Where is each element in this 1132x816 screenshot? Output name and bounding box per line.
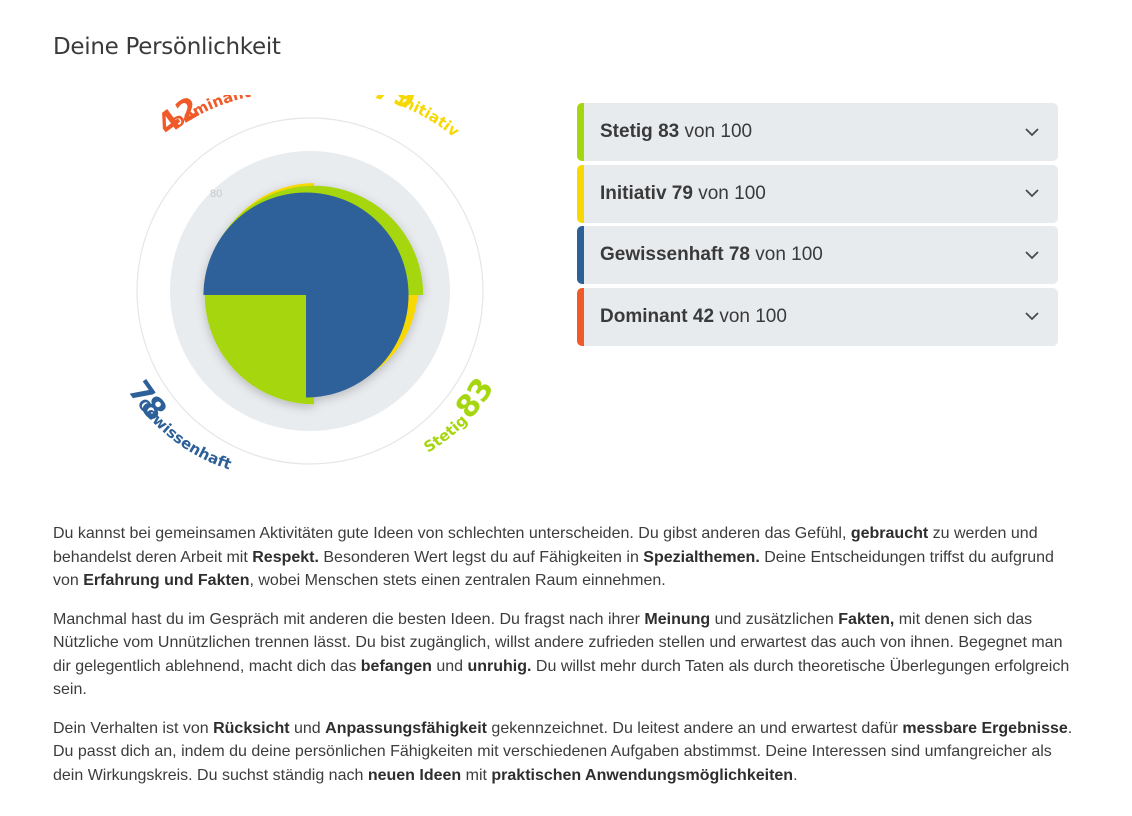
trait-accordion: Stetig 83 von 100 Initiativ 79 von 100 G… <box>577 103 1058 349</box>
chevron-down-icon[interactable] <box>1024 309 1040 325</box>
description-paragraph: Manchmal hast du im Gespräch mit anderen… <box>53 610 1070 699</box>
personality-chart: 80 40 Dominant 42 Initiativ 79 Gewissenh… <box>100 95 520 495</box>
accordion-item-stetig[interactable]: Stetig 83 von 100 <box>577 103 1058 161</box>
page-title: Deine Persönlichkeit <box>53 34 281 60</box>
emphasis-text: Anpassungsfähigkeit <box>325 719 487 737</box>
personality-chart-svg: 80 40 Dominant 42 Initiativ 79 Gewissenh… <box>121 95 502 473</box>
trait-name-score: Dominant 42 <box>600 305 715 327</box>
emphasis-text: unruhig. <box>467 657 532 675</box>
chevron-down-icon[interactable] <box>1024 124 1040 140</box>
chevron-down-icon[interactable] <box>1024 247 1040 263</box>
emphasis-text: Meinung <box>644 610 711 628</box>
accordion-item-initiativ[interactable]: Initiativ 79 von 100 <box>577 164 1058 223</box>
trait-name-score: Stetig 83 <box>600 121 680 142</box>
accordion-item-dominant[interactable]: Dominant 42 von 100 <box>577 287 1058 346</box>
trait-name-score: Initiativ 79 <box>600 182 693 204</box>
emphasis-text: messbare Ergebnisse <box>902 719 1068 737</box>
trait-name-score: Gewissenhaft 78 <box>600 244 750 265</box>
trait-suffix: von 100 <box>698 182 766 204</box>
emphasis-text: neuen Ideen <box>367 766 462 784</box>
emphasis-text: gebraucht <box>850 525 929 542</box>
accordion-label: Stetig 83 von 100 <box>600 121 1024 143</box>
chevron-down-icon[interactable] <box>1024 186 1040 202</box>
trait-suffix: von 100 <box>755 244 823 265</box>
accordion-label: Gewissenhaft 78 von 100 <box>600 244 1024 266</box>
description-paragraph: Du kannst bei gemeinsamen Aktivitäten gu… <box>53 525 1054 589</box>
accordion-label: Dominant 42 von 100 <box>600 306 1024 328</box>
accordion-label: Initiativ 79 von 100 <box>600 183 1024 205</box>
emphasis-text: Erfahrung und Fakten <box>83 572 250 589</box>
trait-suffix: von 100 <box>684 121 753 142</box>
emphasis-text: befangen <box>360 657 432 675</box>
trait-suffix: von 100 <box>719 305 787 327</box>
emphasis-text: Spezialthemen. <box>643 548 760 566</box>
emphasis-text: praktischen Anwendungsmöglichkeiten <box>491 766 794 784</box>
ring-label-80: 80 <box>210 188 222 200</box>
personality-description: Du kannst bei gemeinsamen Aktivitäten gu… <box>53 522 1083 802</box>
emphasis-text: Rücksicht <box>213 719 290 737</box>
description-paragraph: Dein Verhalten ist von Rücksicht und Anp… <box>53 719 1073 784</box>
emphasis-text: Respekt. <box>252 548 319 566</box>
accordion-item-gewissenhaft[interactable]: Gewissenhaft 78 von 100 <box>577 226 1058 284</box>
emphasis-text: Fakten, <box>838 610 895 628</box>
